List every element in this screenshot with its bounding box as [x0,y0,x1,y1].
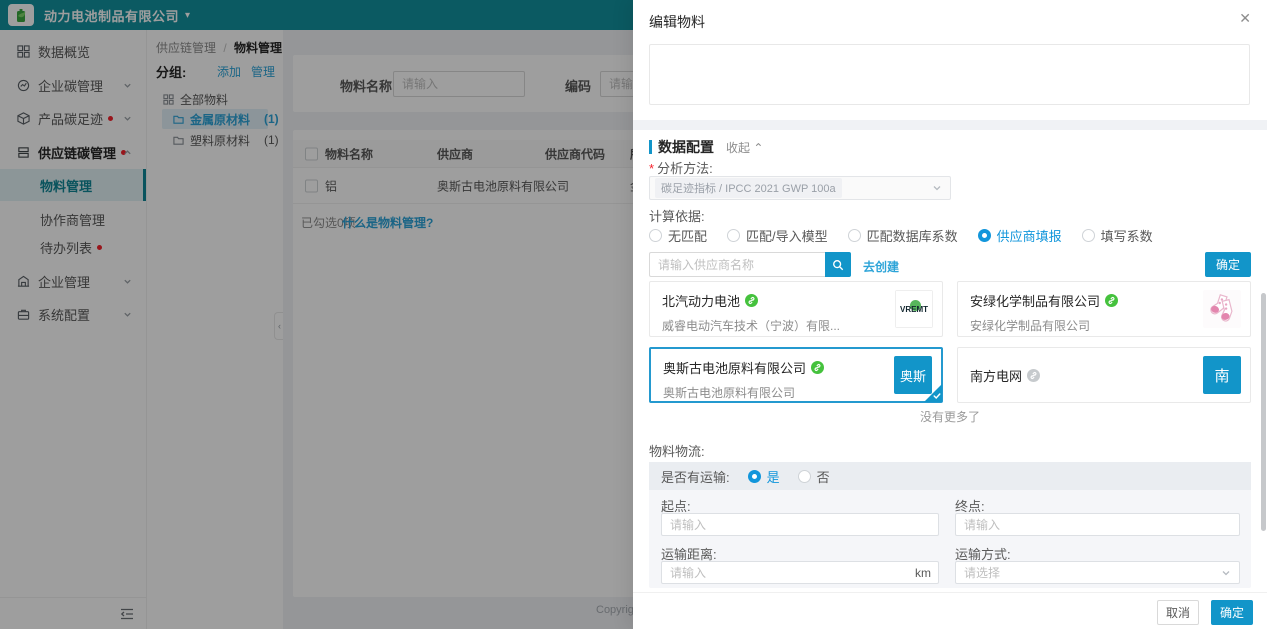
radio-no-match[interactable]: 无匹配 [649,226,707,245]
origin-input[interactable] [661,513,939,536]
radio-supplier-report[interactable]: 供应商填报 [977,226,1062,245]
app-window: 动力电池制品有限公司 ▾ 数据概览 企业碳管理 产品碳足迹 供应链碳管理 物料管… [0,0,1267,629]
distance-unit: km [915,565,931,580]
radio-transport-no[interactable]: 否 [797,467,830,486]
analysis-method-select[interactable]: 碳足迹指标 / IPCC 2021 GWP 100a [649,176,951,200]
radio-icon [727,229,741,242]
radio-fill-factor[interactable]: 填写系数 [1081,226,1153,245]
radio-match-import-model[interactable]: 匹配/导入模型 [727,226,828,245]
radio-icon [847,229,861,242]
radio-selected-icon [747,469,761,483]
radio-icon [797,469,811,483]
confirm-button[interactable]: 确定 [1211,600,1253,625]
logistics-label: 物料物流: [649,444,705,459]
unlinked-icon [1027,368,1041,382]
search-button[interactable] [825,252,851,277]
vremt-logo: VREMT [895,290,933,328]
analysis-method-label: * 分析方法: [649,161,713,176]
calc-basis-radio-group: 无匹配 匹配/导入模型 匹配数据库系数 供应商填报 填写系数 [649,226,1153,245]
no-more-text: 没有更多了 [919,410,980,424]
section-title: 数据配置 [658,139,714,155]
selected-check-corner [924,384,942,402]
drawer-footer: 取消 确定 [633,592,1267,629]
calc-basis-label: 计算依据: [649,209,705,224]
drawer-scrollbar[interactable] [1261,293,1266,531]
supplier-card-anlv[interactable]: 安绿化学制品有限公司 安绿化学制品有限公司 [957,281,1251,337]
dest-input[interactable] [955,513,1240,536]
section-divider [633,120,1267,130]
distance-input[interactable] [661,561,939,584]
linked-icon [811,361,825,374]
cancel-button[interactable]: 取消 [1157,600,1199,625]
data-config-section-header: 数据配置 收起 ⌃ [649,137,763,157]
linked-icon [1105,294,1119,307]
linked-icon [745,294,759,307]
radio-icon [1081,229,1095,242]
radio-selected-icon [977,229,991,242]
go-create-link[interactable]: 去创建 [863,258,899,275]
close-icon[interactable]: ✕ [1239,10,1251,27]
has-transport-row: 是否有运输: 是 否 [649,462,1251,490]
section-accent-bar [649,140,652,154]
edit-material-drawer: 编辑物料 ✕ 数据配置 收起 ⌃ * 分析方法: 碳足迹指标 / IPCC 202… [633,0,1267,629]
supplier-avatar: 南 [1203,356,1241,394]
analysis-method-value: 碳足迹指标 / IPCC 2021 GWP 100a [655,178,842,198]
radio-transport-yes[interactable]: 是 [747,467,780,486]
transport-mode-select[interactable]: 请选择 [955,561,1240,584]
drawer-title: 编辑物料 [649,14,705,30]
radio-match-db-factor[interactable]: 匹配数据库系数 [847,226,958,245]
supplier-card-beiqi[interactable]: 北汽动力电池 威睿电动汽车技术（宁波）有限... VREMT [649,281,943,337]
supplier-search-input[interactable] [649,252,825,277]
supplier-confirm-button[interactable]: 确定 [1205,252,1251,277]
radio-icon [649,229,662,242]
scrolled-content-box [649,44,1250,105]
socks-product-image [1203,290,1241,328]
collapse-toggle[interactable]: 收起 ⌃ [726,139,763,156]
supplier-card-nanfang[interactable]: 南方电网 南 [957,347,1251,403]
chevron-down-icon [932,183,942,193]
has-transport-label: 是否有运输: [661,469,730,485]
search-icon [832,259,844,271]
chevron-down-icon [1221,568,1231,578]
logistics-block: 是否有运输: 是 否 起点: 终点: 运输距离: 运输方式: km 请选择 [649,462,1251,588]
supplier-card-aosigu-selected[interactable]: 奥斯古电池原料有限公司 奥斯古电池原料有限公司 奥斯 [649,347,943,403]
